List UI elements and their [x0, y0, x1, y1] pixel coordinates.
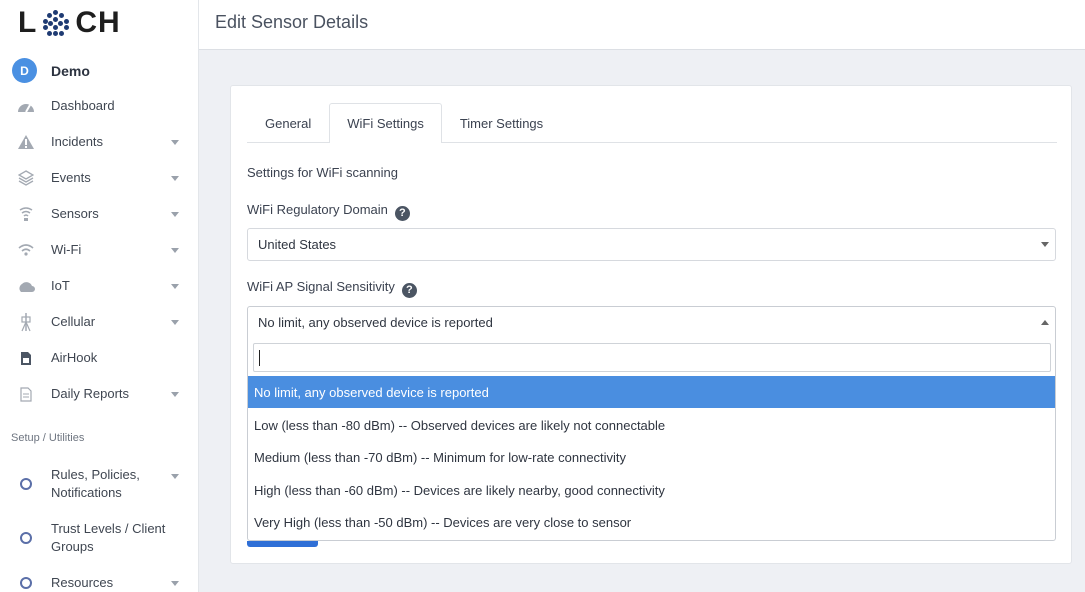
- signal-sensitivity-dropdown: No limit, any observed device is reporte…: [247, 338, 1056, 541]
- sidebar-item-events[interactable]: Events: [0, 160, 199, 196]
- chevron-down-icon: [171, 139, 179, 145]
- circle-icon: [17, 574, 35, 592]
- logo-dots-icon: [43, 10, 70, 36]
- logo-letters-ch: CH: [75, 6, 121, 39]
- dropdown-option[interactable]: High (less than -60 dBm) -- Devices are …: [248, 474, 1055, 506]
- sidebar-item-trust-levels[interactable]: Trust Levels / Client Groups: [0, 520, 199, 556]
- sidebar-item-label: AirHook: [51, 350, 98, 365]
- sidebar-item-resources[interactable]: Resources: [0, 574, 199, 592]
- regulatory-domain-value: United States: [258, 237, 337, 252]
- chevron-down-icon: [171, 247, 179, 253]
- tab-wifi-settings[interactable]: WiFi Settings: [329, 103, 442, 143]
- circle-icon: [17, 529, 35, 547]
- warning-icon: [17, 133, 35, 151]
- chevron-down-icon: [1041, 242, 1049, 247]
- help-icon[interactable]: ?: [401, 282, 417, 298]
- account-switcher[interactable]: D Demo: [12, 58, 90, 83]
- sidebar-item-iot[interactable]: IoT: [0, 268, 199, 304]
- tab-bar: General WiFi Settings Timer Settings: [247, 103, 561, 143]
- cell-tower-icon: [17, 313, 35, 332]
- page-title: Edit Sensor Details: [215, 12, 369, 32]
- sidebar-item-label: Incidents: [51, 134, 104, 149]
- dropdown-option[interactable]: Low (less than -80 dBm) -- Observed devi…: [248, 409, 1055, 441]
- sidebar-item-dashboard[interactable]: Dashboard: [0, 88, 199, 124]
- chevron-down-icon: [171, 283, 179, 289]
- tab-timer-settings[interactable]: Timer Settings: [442, 103, 561, 143]
- signal-sensitivity-label: WiFi AP Signal Sensitivity?: [247, 279, 417, 298]
- sidebar-item-wifi[interactable]: Wi-Fi: [0, 232, 199, 268]
- dropdown-option[interactable]: Very High (less than -50 dBm) -- Devices…: [248, 506, 1055, 538]
- document-icon: [17, 385, 35, 403]
- sidebar: L CH D Demo Dashboard Incidents Events S…: [0, 0, 199, 592]
- sidebar-section-label: Setup / Utilities: [11, 432, 85, 444]
- chevron-up-icon: [1041, 320, 1049, 325]
- sidebar-item-incidents[interactable]: Incidents: [0, 124, 199, 160]
- chevron-down-icon: [171, 474, 179, 479]
- chevron-down-icon: [171, 175, 179, 181]
- sim-card-icon: [17, 349, 35, 367]
- iot-icon: [17, 277, 35, 295]
- signal-sensitivity-value: No limit, any observed device is reporte…: [258, 315, 493, 330]
- dropdown-option[interactable]: Medium (less than -70 dBm) -- Minimum fo…: [248, 441, 1055, 473]
- text-cursor: [259, 350, 260, 366]
- sidebar-item-label: Sensors: [51, 206, 99, 221]
- sidebar-item-label: Rules, Policies, Notifications: [51, 467, 140, 500]
- sidebar-item-airhook[interactable]: AirHook: [0, 340, 199, 376]
- top-bar: Edit Sensor Details: [199, 0, 1085, 50]
- sidebar-item-label: Resources: [51, 575, 114, 590]
- save-button[interactable]: [247, 541, 318, 547]
- logo-letter-l: L: [18, 6, 38, 39]
- layers-icon: [17, 169, 35, 187]
- loch-logo[interactable]: L CH: [18, 6, 121, 39]
- wifi-icon: [17, 241, 35, 259]
- circle-icon: [17, 475, 35, 493]
- regulatory-domain-select[interactable]: United States: [247, 228, 1056, 261]
- sidebar-item-label: Daily Reports: [51, 386, 130, 401]
- sidebar-item-label: Dashboard: [51, 98, 115, 113]
- dropdown-search-input[interactable]: [253, 343, 1051, 372]
- chevron-down-icon: [171, 580, 179, 586]
- sidebar-item-cellular[interactable]: Cellular: [0, 304, 199, 340]
- chevron-down-icon: [171, 319, 179, 325]
- signal-sensitivity-select[interactable]: No limit, any observed device is reporte…: [247, 306, 1056, 339]
- dropdown-option[interactable]: No limit, any observed device is reporte…: [248, 376, 1055, 408]
- tab-general[interactable]: General: [247, 103, 329, 143]
- sidebar-item-label: Trust Levels / Client Groups: [51, 521, 166, 554]
- sidebar-item-label: IoT: [51, 278, 70, 293]
- sidebar-item-daily-reports[interactable]: Daily Reports: [0, 376, 199, 412]
- chevron-down-icon: [171, 391, 179, 397]
- account-name: Demo: [51, 62, 90, 79]
- sidebar-item-label: Wi-Fi: [51, 242, 82, 257]
- sidebar-item-label: Cellular: [51, 314, 96, 329]
- sidebar-item-rules[interactable]: Rules, Policies, Notifications: [0, 466, 199, 502]
- regulatory-domain-label: WiFi Regulatory Domain?: [247, 202, 410, 221]
- speedometer-icon: [17, 97, 35, 115]
- sensor-icon: [17, 205, 35, 223]
- sidebar-item-label: Events: [51, 170, 91, 185]
- avatar: D: [12, 58, 37, 83]
- sidebar-item-sensors[interactable]: Sensors: [0, 196, 199, 232]
- chevron-down-icon: [171, 211, 179, 217]
- help-icon[interactable]: ?: [394, 205, 410, 221]
- section-intro: Settings for WiFi scanning: [247, 165, 399, 180]
